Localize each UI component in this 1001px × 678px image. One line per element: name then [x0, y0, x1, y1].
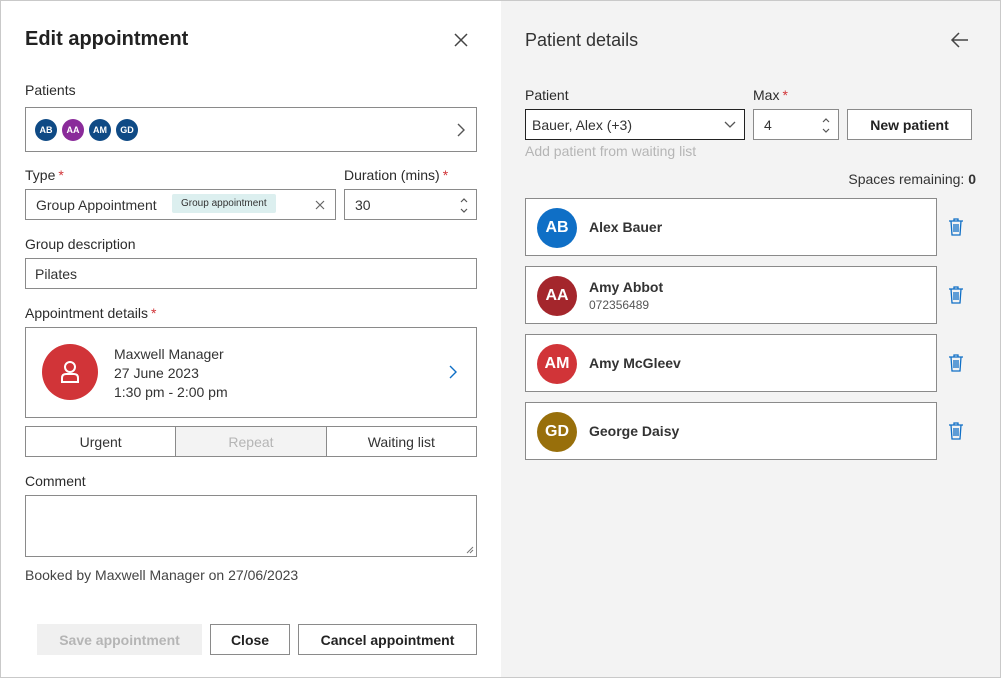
avatar: AA	[537, 276, 577, 316]
patient-name: Amy McGleev	[589, 355, 681, 371]
trash-icon[interactable]	[948, 354, 964, 372]
appointment-details-card[interactable]: Maxwell Manager 27 June 2023 1:30 pm - 2…	[25, 327, 477, 418]
avatar: GD	[537, 412, 577, 452]
patient-card[interactable]: AM Amy McGleev	[525, 334, 937, 392]
stepper-icon[interactable]	[820, 113, 832, 137]
type-label-text: Type	[25, 167, 56, 183]
chevron-right-icon	[457, 123, 465, 137]
type-select[interactable]: Group Appointment Group appointment	[25, 189, 336, 220]
appointment-details-label-text: Appointment details	[25, 305, 148, 321]
required-mark: *	[150, 305, 157, 321]
avatar: AM	[89, 119, 111, 141]
patient-label: Patient	[525, 87, 569, 103]
max-label: Max *	[753, 87, 788, 103]
back-arrow-icon[interactable]	[950, 31, 970, 49]
booked-by-text: Booked by Maxwell Manager on 27/06/2023	[25, 567, 299, 583]
patient-name: George Daisy	[589, 423, 680, 439]
required-mark: *	[442, 167, 449, 183]
max-value: 4	[764, 117, 772, 133]
patient-details-title: Patient details	[525, 30, 639, 50]
stepper-icon[interactable]	[458, 193, 470, 217]
patients-field[interactable]: AB AA AM GD	[25, 107, 477, 152]
chevron-down-icon	[724, 121, 736, 128]
appointment-flags: Urgent Repeat Waiting list	[25, 426, 477, 457]
app-frame: Edit appointment Patients AB AA AM GD Ty…	[0, 0, 1001, 678]
clinician-avatar	[42, 344, 98, 400]
panel-title: Edit appointment	[25, 28, 189, 50]
required-mark: *	[782, 87, 788, 103]
max-input[interactable]: 4	[753, 109, 839, 140]
resize-handle-icon[interactable]	[466, 546, 474, 554]
patient-card[interactable]: GD George Daisy	[525, 402, 937, 460]
appointment-details-label: Appointment details *	[25, 305, 156, 321]
group-description-label: Group description	[25, 236, 136, 252]
avatar: GD	[116, 119, 138, 141]
group-description-input[interactable]: Pilates	[25, 258, 477, 289]
clear-icon[interactable]	[315, 200, 325, 210]
avatar: AA	[62, 119, 84, 141]
close-button[interactable]: Close	[210, 624, 290, 655]
appointment-date: 27 June 2023	[114, 365, 199, 381]
group-description-value: Pilates	[35, 266, 78, 282]
required-mark: *	[58, 167, 64, 183]
max-label-text: Max	[753, 87, 780, 103]
duration-value: 30	[355, 197, 371, 213]
spaces-remaining-value: 0	[968, 171, 976, 187]
type-label: Type *	[25, 167, 64, 183]
duration-label-text: Duration (mins)	[344, 167, 440, 183]
patient-phone: 072356489	[589, 298, 650, 312]
patients-label: Patients	[25, 82, 76, 98]
comment-label: Comment	[25, 473, 86, 489]
person-icon	[61, 361, 79, 383]
add-from-waiting-list-link[interactable]: Add patient from waiting list	[525, 143, 696, 159]
avatar: AM	[537, 344, 577, 384]
patient-select-value: Bauer, Alex (+3)	[532, 117, 633, 133]
trash-icon[interactable]	[948, 286, 964, 304]
clinician-name: Maxwell Manager	[114, 346, 224, 362]
patient-details-panel: Patient details Patient Bauer, Alex (+3)…	[501, 1, 1000, 677]
patient-name: Amy Abbot	[589, 279, 664, 295]
waiting-list-toggle[interactable]: Waiting list	[326, 426, 477, 457]
spaces-remaining-label: Spaces remaining:	[848, 171, 965, 187]
duration-input[interactable]: 30	[344, 189, 477, 220]
edit-appointment-panel: Edit appointment Patients AB AA AM GD Ty…	[1, 1, 501, 677]
type-value: Group Appointment	[36, 197, 157, 213]
repeat-toggle[interactable]: Repeat	[176, 426, 327, 457]
urgent-toggle[interactable]: Urgent	[25, 426, 177, 457]
trash-icon[interactable]	[948, 422, 964, 440]
chevron-right-icon	[449, 365, 457, 379]
comment-textarea[interactable]	[25, 495, 477, 557]
patient-select[interactable]: Bauer, Alex (+3)	[525, 109, 745, 140]
save-appointment-button[interactable]: Save appointment	[37, 624, 202, 655]
patient-name: Alex Bauer	[589, 219, 663, 235]
patient-avatars: AB AA AM GD	[35, 119, 143, 141]
patient-card[interactable]: AA Amy Abbot 072356489	[525, 266, 937, 324]
cancel-appointment-button[interactable]: Cancel appointment	[298, 624, 477, 655]
trash-icon[interactable]	[948, 218, 964, 236]
avatar: AB	[537, 208, 577, 248]
duration-label: Duration (mins) *	[344, 167, 448, 183]
spaces-remaining: Spaces remaining: 0	[848, 171, 976, 187]
patient-card[interactable]: AB Alex Bauer	[525, 198, 937, 256]
appointment-time: 1:30 pm - 2:00 pm	[114, 384, 228, 400]
new-patient-button[interactable]: New patient	[847, 109, 972, 140]
avatar: AB	[35, 119, 57, 141]
close-icon[interactable]	[452, 31, 470, 49]
type-chip: Group appointment	[172, 194, 276, 213]
